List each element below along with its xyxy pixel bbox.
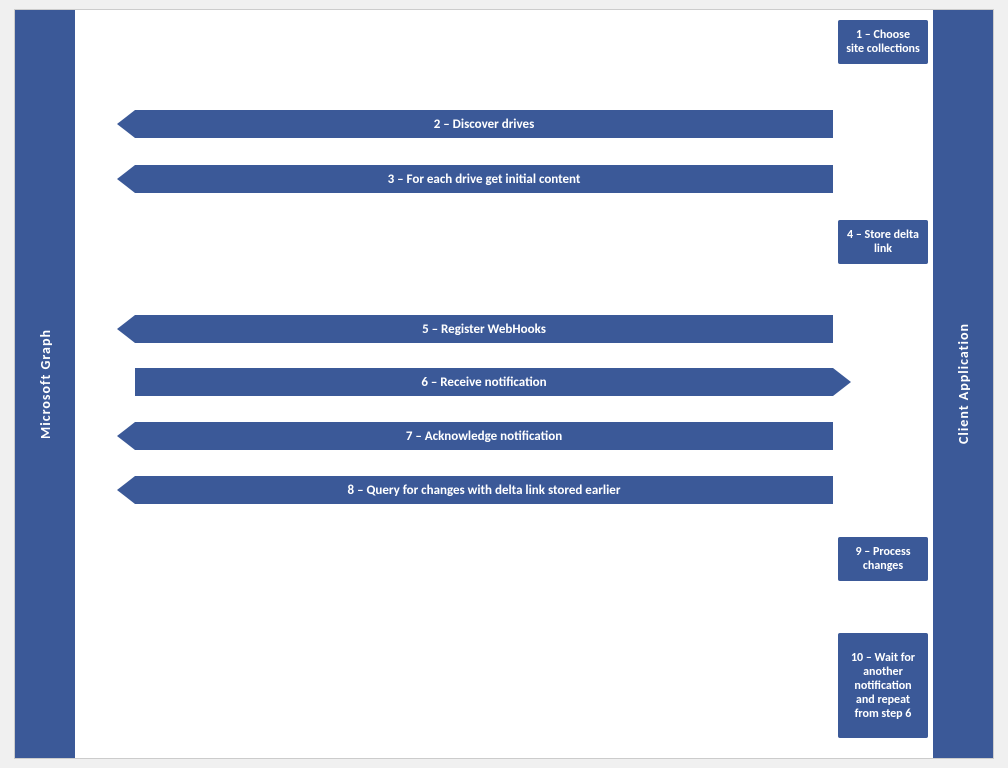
step10-box: 10 – Wait for another notification and r…: [838, 633, 928, 738]
step5-arrow: 5 – Register WebHooks: [135, 315, 833, 343]
step3-label: 3 – For each drive get initial content: [388, 172, 581, 187]
right-column: Client Application: [933, 10, 993, 758]
step10-label: 10 – Wait for another notification and r…: [846, 651, 920, 721]
step3-arrow: 3 – For each drive get initial content: [135, 165, 833, 193]
main-area: 1 – Choose site collections 2 – Discover…: [75, 10, 933, 758]
step8-label: 8 – Query for changes with delta link st…: [348, 483, 621, 498]
step5-label: 5 – Register WebHooks: [422, 322, 546, 337]
diagram-container: Microsoft Graph Client Application 1 – C…: [14, 9, 994, 759]
step6-label: 6 – Receive notification: [421, 375, 546, 390]
step1-label: 1 – Choose site collections: [846, 28, 920, 56]
right-column-label: Client Application: [955, 323, 972, 444]
step1-box: 1 – Choose site collections: [838, 20, 928, 64]
left-column-label: Microsoft Graph: [37, 329, 54, 439]
left-column: Microsoft Graph: [15, 10, 75, 758]
step2-label: 2 – Discover drives: [434, 117, 535, 132]
step2-arrow: 2 – Discover drives: [135, 110, 833, 138]
step9-box: 9 – Process changes: [838, 537, 928, 581]
step4-box: 4 – Store delta link: [838, 220, 928, 264]
step4-label: 4 – Store delta link: [847, 228, 919, 256]
step8-arrow: 8 – Query for changes with delta link st…: [135, 476, 833, 504]
step7-arrow: 7 – Acknowledge notification: [135, 422, 833, 450]
step6-arrow: 6 – Receive notification: [135, 368, 833, 396]
step7-label: 7 – Acknowledge notification: [406, 429, 562, 444]
step9-label: 9 – Process changes: [855, 545, 910, 573]
